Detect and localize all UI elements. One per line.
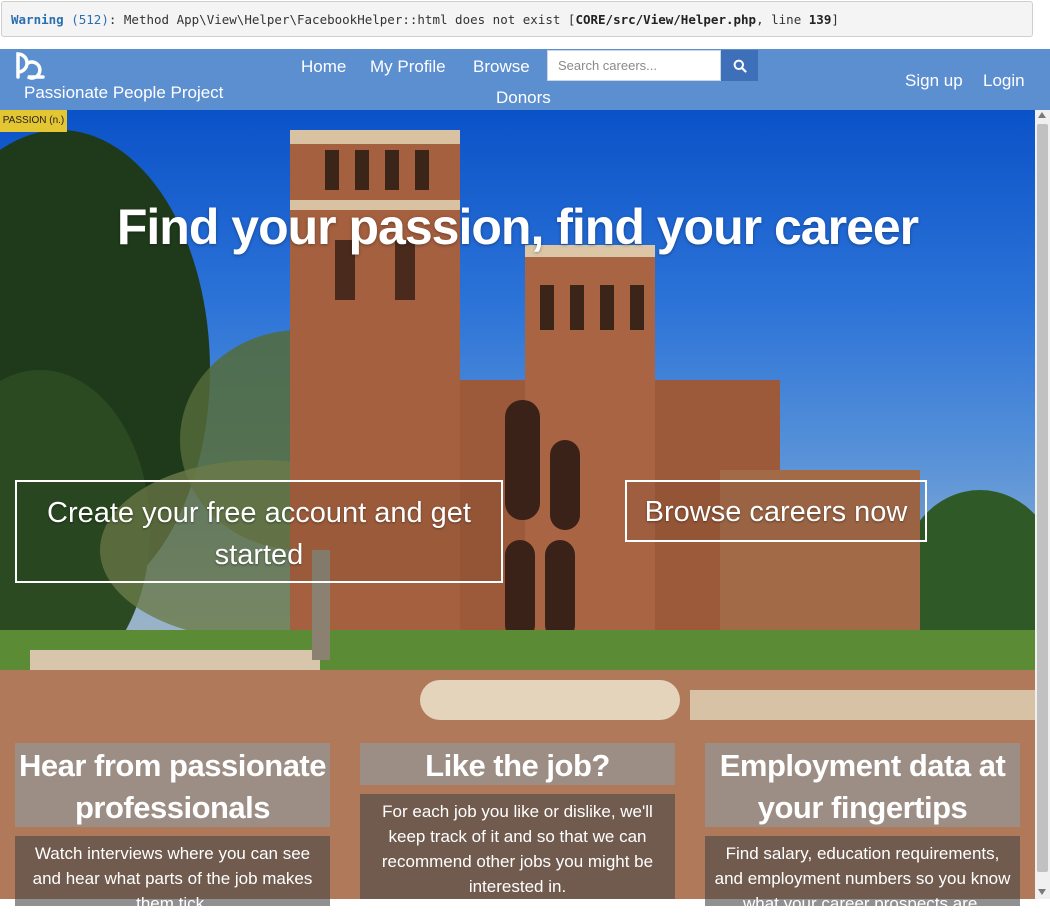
feature-title-like-job: Like the job? — [360, 743, 675, 785]
warning-level: Warning — [11, 12, 64, 27]
search-button[interactable] — [721, 50, 758, 81]
brand-name[interactable]: Passionate People Project — [24, 83, 223, 103]
php-warning: Warning (512): Method App\View\Helper\Fa… — [1, 1, 1033, 37]
feature-title-employment: Employment data at your fingertips — [705, 743, 1020, 827]
nav-my-profile[interactable]: My Profile — [370, 57, 446, 77]
sign-up-link[interactable]: Sign up — [905, 71, 963, 91]
browse-careers-button[interactable]: Browse careers now — [625, 480, 927, 542]
feature-body-employment: Find salary, education requirements, and… — [705, 836, 1020, 913]
scrollbar-thumb[interactable] — [1037, 124, 1048, 872]
nav-home[interactable]: Home — [301, 57, 346, 77]
scroll-up-arrow-icon[interactable] — [1038, 112, 1046, 118]
feature-title-professionals: Hear from passionate professionals — [15, 743, 330, 827]
login-link[interactable]: Login — [983, 71, 1025, 91]
vertical-scrollbar[interactable] — [1035, 110, 1050, 899]
warning-suffix: ] — [831, 12, 839, 27]
warning-message: : Method App\View\Helper\FacebookHelper:… — [108, 12, 576, 27]
warning-code: (512) — [71, 12, 109, 27]
warning-area: Warning (512): Method App\View\Helper\Fa… — [0, 0, 1050, 48]
search-input[interactable] — [547, 50, 721, 81]
logo-icon[interactable] — [13, 49, 47, 81]
warning-line: 139 — [808, 12, 832, 27]
feature-body-like-job: For each job you like or dislike, we'll … — [360, 794, 675, 899]
warning-line-prefix: , line — [756, 12, 809, 27]
search-icon — [733, 59, 747, 73]
scroll-down-arrow-icon[interactable] — [1038, 889, 1046, 895]
warning-file: CORE/src/View/Helper.php — [575, 12, 757, 27]
create-account-button[interactable]: Create your free account and get started — [15, 480, 503, 583]
hero-title: Find your passion, find your career — [116, 199, 919, 255]
feature-body-professionals: Watch interviews where you can see and h… — [15, 836, 330, 913]
nav-donors[interactable]: Donors — [496, 88, 551, 108]
nav-browse[interactable]: Browse — [473, 57, 530, 77]
passion-tag[interactable]: PASSION (n.) — [0, 110, 67, 132]
